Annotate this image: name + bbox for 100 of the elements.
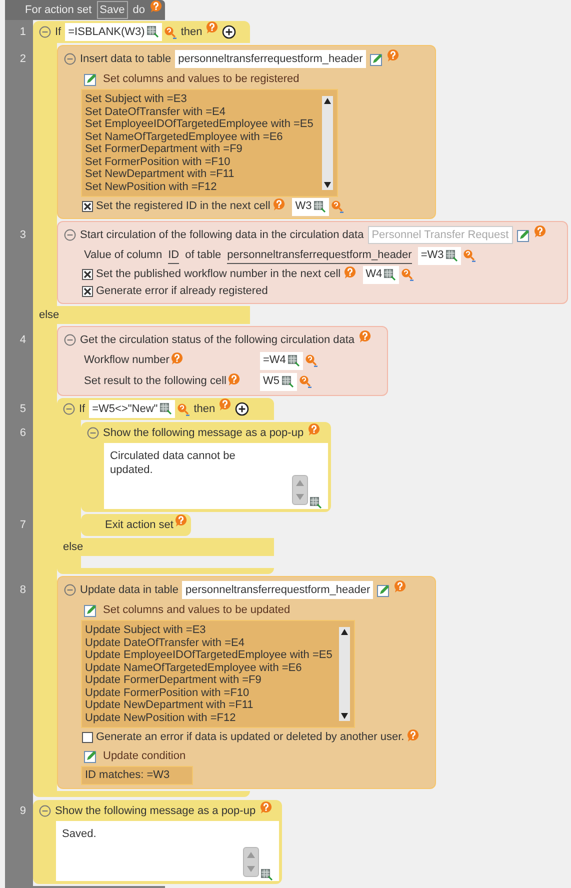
help-icon[interactable]: [228, 373, 240, 386]
edit-icon[interactable]: [84, 72, 97, 86]
cell-picker-icon[interactable]: [314, 200, 326, 212]
scrollbar[interactable]: [322, 96, 333, 190]
assignment-text: Update Subject with =E3: [85, 624, 207, 636]
section-label: Update condition: [103, 748, 186, 764]
cell-picker-icon[interactable]: [282, 376, 294, 388]
checkbox[interactable]: [82, 732, 93, 743]
column-select[interactable]: ID: [168, 246, 180, 264]
help-icon[interactable]: [171, 352, 184, 366]
formula-icon[interactable]: [401, 268, 414, 281]
if-keyword: If: [79, 402, 86, 417]
cell-picker-icon[interactable]: [160, 403, 172, 415]
checkbox-label: Set the registered ID in the next cell: [96, 199, 270, 214]
formula-icon[interactable]: [298, 375, 312, 388]
help-icon[interactable]: [358, 330, 371, 343]
scroll-down-icon[interactable]: [322, 180, 333, 190]
edit-icon[interactable]: [370, 52, 383, 66]
help-icon[interactable]: [386, 49, 399, 62]
assignment-text: Update NewPosition with =F12: [85, 712, 237, 724]
cell-field[interactable]: =ISBLANK(W3): [65, 23, 162, 41]
section-label: Set columns and values to be registered: [103, 72, 300, 87]
message-field[interactable]: Circulated data cannot be updated.: [104, 443, 328, 509]
help-icon[interactable]: [219, 398, 232, 411]
scroll-up-icon[interactable]: [322, 96, 333, 106]
add-icon[interactable]: [222, 25, 236, 39]
table-name-field[interactable]: personneltransferrequestform_header: [182, 581, 374, 599]
help-icon[interactable]: [150, 0, 162, 13]
line-number: 3: [18, 228, 26, 243]
formula-icon[interactable]: [462, 249, 476, 262]
edit-icon[interactable]: [84, 750, 97, 762]
cell-field[interactable]: =W5<>"New": [89, 400, 175, 418]
cell-field[interactable]: W5: [260, 372, 296, 390]
message-field[interactable]: Saved.: [56, 821, 279, 881]
formula-icon[interactable]: [164, 26, 177, 38]
help-icon[interactable]: [308, 423, 320, 436]
collapse-icon[interactable]: [64, 53, 76, 65]
checkbox[interactable]: [82, 269, 93, 280]
collapse-icon[interactable]: [39, 26, 51, 38]
else-keyword: else: [63, 540, 84, 555]
line-number: 6: [18, 426, 26, 441]
if-keyword: If: [55, 24, 62, 40]
help-icon[interactable]: [175, 514, 188, 527]
assignment-text: Update NameOfTargetedEmployee with =E6: [85, 662, 303, 674]
collapse-icon[interactable]: [64, 229, 76, 241]
condition-box[interactable]: ID matches: =W3: [81, 766, 193, 785]
formula-icon[interactable]: [176, 402, 190, 416]
field-label: Value of column: [84, 248, 162, 264]
cell-picker-icon[interactable]: [146, 26, 159, 38]
field-label: Set result to the following cell: [84, 374, 226, 390]
line-number: 1: [18, 24, 26, 40]
collapse-icon[interactable]: [63, 403, 75, 415]
formula-icon[interactable]: [304, 354, 318, 367]
cell-field[interactable]: =W3: [418, 246, 461, 264]
assignment-text: Update FormerPosition with =F10: [85, 686, 250, 699]
action-set-name[interactable]: Save: [96, 0, 128, 20]
cell-picker-icon[interactable]: [310, 497, 322, 509]
assignment-text: Update FormerDepartment with =F9: [85, 674, 262, 686]
scroll-up-icon[interactable]: [339, 627, 350, 637]
assignment-text: Update EmployeeIDOfTargetedEmployee with =E5: [85, 649, 332, 662]
help-icon[interactable]: [534, 225, 546, 238]
help-icon[interactable]: [273, 198, 286, 211]
cell-picker-icon[interactable]: [384, 268, 396, 280]
block-title: Get the circulation status of the following circulation data: [80, 332, 355, 348]
assignment-list[interactable]: [81, 620, 356, 728]
table-name-field[interactable]: personneltransferrequestform_header: [175, 50, 366, 68]
collapse-icon[interactable]: [64, 334, 76, 346]
cell-picker-icon[interactable]: [446, 250, 458, 262]
edit-icon[interactable]: [516, 228, 530, 242]
block-title: Show the following message as a pop-up: [103, 426, 304, 441]
block-title: Start circulation of the following data in the circulation data: [80, 228, 364, 243]
checkbox[interactable]: [82, 201, 93, 212]
add-icon[interactable]: [235, 402, 250, 416]
help-icon[interactable]: [344, 266, 356, 279]
checkbox-label: Generate an error if data is updated or deleted by another user.: [96, 730, 404, 746]
help-icon[interactable]: [407, 729, 420, 742]
cell-picker-icon[interactable]: [261, 869, 273, 881]
block-title: Update data in table: [80, 582, 178, 598]
cell-field[interactable]: W3: [292, 198, 329, 216]
table-select[interactable]: personneltransferrequestform_header: [227, 246, 412, 264]
checkbox[interactable]: [82, 286, 93, 297]
help-icon[interactable]: [260, 801, 272, 814]
formula-icon[interactable]: [330, 200, 344, 213]
collapse-icon[interactable]: [87, 427, 99, 439]
edit-icon[interactable]: [84, 604, 97, 616]
line-number: 5: [18, 402, 26, 417]
scrollbar[interactable]: [339, 627, 350, 721]
section-label: Set columns and values to be updated: [103, 602, 290, 618]
then-keyword: then: [180, 24, 202, 40]
edit-icon[interactable]: [377, 584, 390, 596]
assignment-list[interactable]: [81, 89, 338, 197]
help-icon[interactable]: [394, 580, 406, 593]
help-icon[interactable]: [206, 21, 218, 34]
collapse-icon[interactable]: [39, 805, 51, 817]
cell-picker-icon[interactable]: [288, 354, 300, 366]
scroll-down-icon[interactable]: [339, 711, 350, 721]
field-label: of table: [185, 248, 222, 264]
collapse-icon[interactable]: [64, 584, 76, 596]
cell-field[interactable]: =W4: [260, 352, 303, 370]
cell-field[interactable]: W4: [362, 266, 400, 284]
